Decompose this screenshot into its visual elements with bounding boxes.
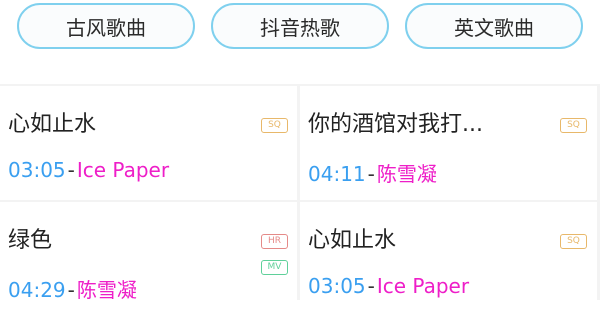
- song-title: 绿色: [8, 228, 53, 253]
- song-card[interactable]: 心如止水 SQ 03:05- Ice Paper: [300, 202, 597, 316]
- tab-gufeng[interactable]: 古风歌曲: [17, 3, 195, 49]
- song-duration: 03:05: [308, 274, 366, 298]
- meta-separator: -: [67, 158, 75, 182]
- song-title: 你的酒馆对我打...: [308, 112, 483, 137]
- meta-separator: -: [367, 274, 375, 298]
- song-title: 心如止水: [308, 228, 397, 253]
- song-card[interactable]: 你的酒馆对我打... SQ 04:11- 陈雪凝: [300, 86, 597, 200]
- song-card[interactable]: 心如止水 SQ 03:05- Ice Paper: [0, 86, 297, 200]
- song-artist: 陈雪凝: [376, 162, 437, 186]
- song-meta: 04:11- 陈雪凝: [308, 158, 437, 187]
- song-duration: 03:05: [8, 158, 66, 182]
- sq-badge: SQ: [560, 118, 587, 133]
- song-artist: 陈雪凝: [76, 278, 137, 302]
- song-artist: Ice Paper: [76, 158, 170, 182]
- song-meta: 04:29- 陈雪凝: [8, 274, 137, 303]
- song-artist: Ice Paper: [376, 274, 470, 298]
- meta-separator: -: [67, 278, 75, 302]
- song-grid: 心如止水 SQ 03:05- Ice Paper 你的酒馆对我打... SQ 04…: [0, 84, 600, 316]
- meta-separator: -: [367, 162, 375, 186]
- song-title: 心如止水: [8, 112, 97, 137]
- song-meta: 03:05- Ice Paper: [308, 274, 469, 298]
- song-meta: 03:05- Ice Paper: [8, 158, 169, 182]
- sq-badge: SQ: [560, 234, 587, 249]
- hr-badge: HR: [261, 234, 288, 249]
- song-duration: 04:29: [8, 278, 66, 302]
- song-duration: 04:11: [308, 162, 366, 186]
- sq-badge: SQ: [261, 118, 288, 133]
- tab-douyin[interactable]: 抖音热歌: [211, 3, 389, 49]
- mv-badge: MV: [261, 260, 288, 275]
- category-tab-bar: 古风歌曲 抖音热歌 英文歌曲: [0, 0, 600, 84]
- song-card[interactable]: 绿色 HR MV 04:29- 陈雪凝: [0, 202, 297, 316]
- tab-english[interactable]: 英文歌曲: [405, 3, 583, 49]
